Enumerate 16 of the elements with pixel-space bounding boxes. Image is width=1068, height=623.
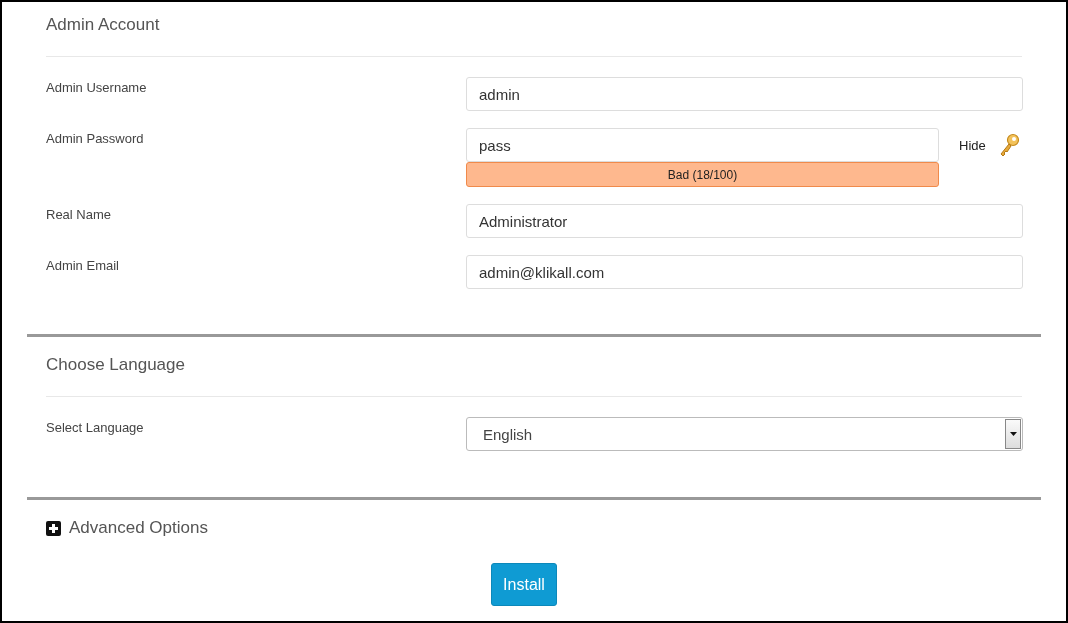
section-title: Choose Language: [46, 355, 185, 376]
field-label: Admin Password: [46, 130, 144, 146]
input-field[interactable]: admin: [466, 77, 1023, 111]
dropdown-arrow-icon: [1009, 432, 1017, 436]
field-label: Select Language: [46, 419, 144, 435]
field-label: Real Name: [46, 206, 112, 222]
field-label: Admin Username: [46, 79, 147, 95]
language-select[interactable]: English: [466, 417, 1023, 451]
password-field[interactable]: pass: [466, 128, 939, 162]
input-field[interactable]: Administrator: [466, 204, 1023, 238]
advanced-options-toggle[interactable]: Advanced Options: [27, 500, 208, 538]
section-title: Admin Account: [46, 15, 160, 36]
password-strength-bar: Bad (18/100): [466, 162, 939, 187]
hide-link[interactable]: Hide: [959, 137, 986, 153]
input-field[interactable]: admin@klikall.com: [466, 255, 1023, 289]
field-label: Admin Email: [46, 257, 119, 273]
